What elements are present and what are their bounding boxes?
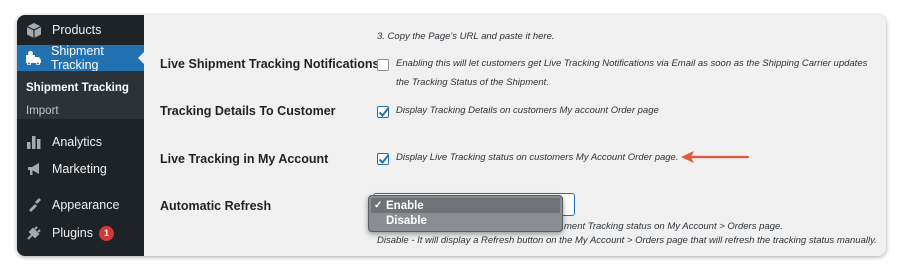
live-tracking-account-desc: Display Live Tracking status on customer…	[396, 152, 679, 163]
refresh-desc-line2: Disable - It will display a Refresh butt…	[377, 235, 877, 246]
setting-label-live-notifications: Live Shipment Tracking Notifications	[160, 57, 380, 71]
sidebar-item-marketing[interactable]: Marketing	[17, 156, 144, 182]
checkmark-icon	[378, 154, 390, 164]
setting-label-live-tracking-account: Live Tracking in My Account	[160, 152, 329, 166]
sidebar-item-label: Appearance	[52, 198, 120, 212]
dropdown-option-disable[interactable]: Disable	[371, 213, 560, 228]
sidebar-item-label: Products	[52, 23, 102, 37]
admin-sidebar: Products Shipment Tracking Shipment Trac…	[17, 15, 145, 256]
sidebar-item-appearance[interactable]: Appearance	[17, 192, 144, 218]
tracking-details-desc: Display Tracking Details on customers My…	[396, 105, 659, 116]
marketing-icon	[26, 161, 42, 177]
annotation-arrow-icon	[681, 151, 750, 163]
sidebar-item-plugins[interactable]: Plugins 1	[17, 220, 144, 246]
sidebar-item-label: Analytics	[52, 135, 103, 149]
live-tracking-account-checkbox[interactable]	[377, 153, 390, 165]
submenu-item-shipment-tracking[interactable]: Shipment Tracking	[26, 82, 129, 94]
shipment-icon	[26, 50, 41, 66]
settings-panel: 3. Copy the Page's URL and paste it here…	[144, 15, 886, 256]
live-notifications-checkbox[interactable]	[377, 59, 389, 71]
sidebar-item-label: Marketing	[52, 162, 107, 176]
setting-label-tracking-details: Tracking Details To Customer	[160, 104, 336, 118]
tracking-details-checkbox[interactable]	[377, 106, 390, 118]
sidebar-item-shipment-tracking[interactable]: Shipment Tracking	[17, 44, 145, 72]
automatic-refresh-dropdown: ✓ Enable Disable	[368, 195, 563, 232]
plugins-icon	[26, 225, 42, 241]
option-label: Enable	[386, 199, 424, 212]
setting-label-automatic-refresh: Automatic Refresh	[160, 199, 272, 213]
appearance-icon	[26, 197, 42, 213]
sidebar-item-analytics[interactable]: Analytics	[17, 129, 144, 155]
browser-frame: Products Shipment Tracking Shipment Trac…	[17, 15, 886, 256]
refresh-desc-line1: ment Tracking status on My Account > Ord…	[564, 221, 783, 232]
shipment-submenu: Shipment Tracking Import	[17, 71, 144, 119]
products-icon	[26, 22, 42, 38]
selected-check-icon: ✓	[374, 200, 383, 211]
sidebar-item-label: Shipment Tracking	[51, 44, 104, 72]
submenu-item-import[interactable]: Import	[26, 105, 59, 117]
live-notifications-desc-line2: the Tracking Status of the Shipment.	[396, 77, 549, 88]
checkmark-icon	[378, 107, 390, 117]
sidebar-item-label: Plugins	[52, 226, 93, 240]
analytics-icon	[26, 134, 42, 150]
sidebar-item-products[interactable]: Products	[17, 17, 144, 43]
plugins-update-badge: 1	[99, 225, 114, 241]
option-label: Disable	[386, 214, 427, 227]
live-notifications-desc-line1: Enabling this will let customers get Liv…	[396, 58, 868, 69]
step-instruction: 3. Copy the Page's URL and paste it here…	[377, 31, 555, 42]
dropdown-option-enable[interactable]: ✓ Enable	[371, 198, 560, 213]
